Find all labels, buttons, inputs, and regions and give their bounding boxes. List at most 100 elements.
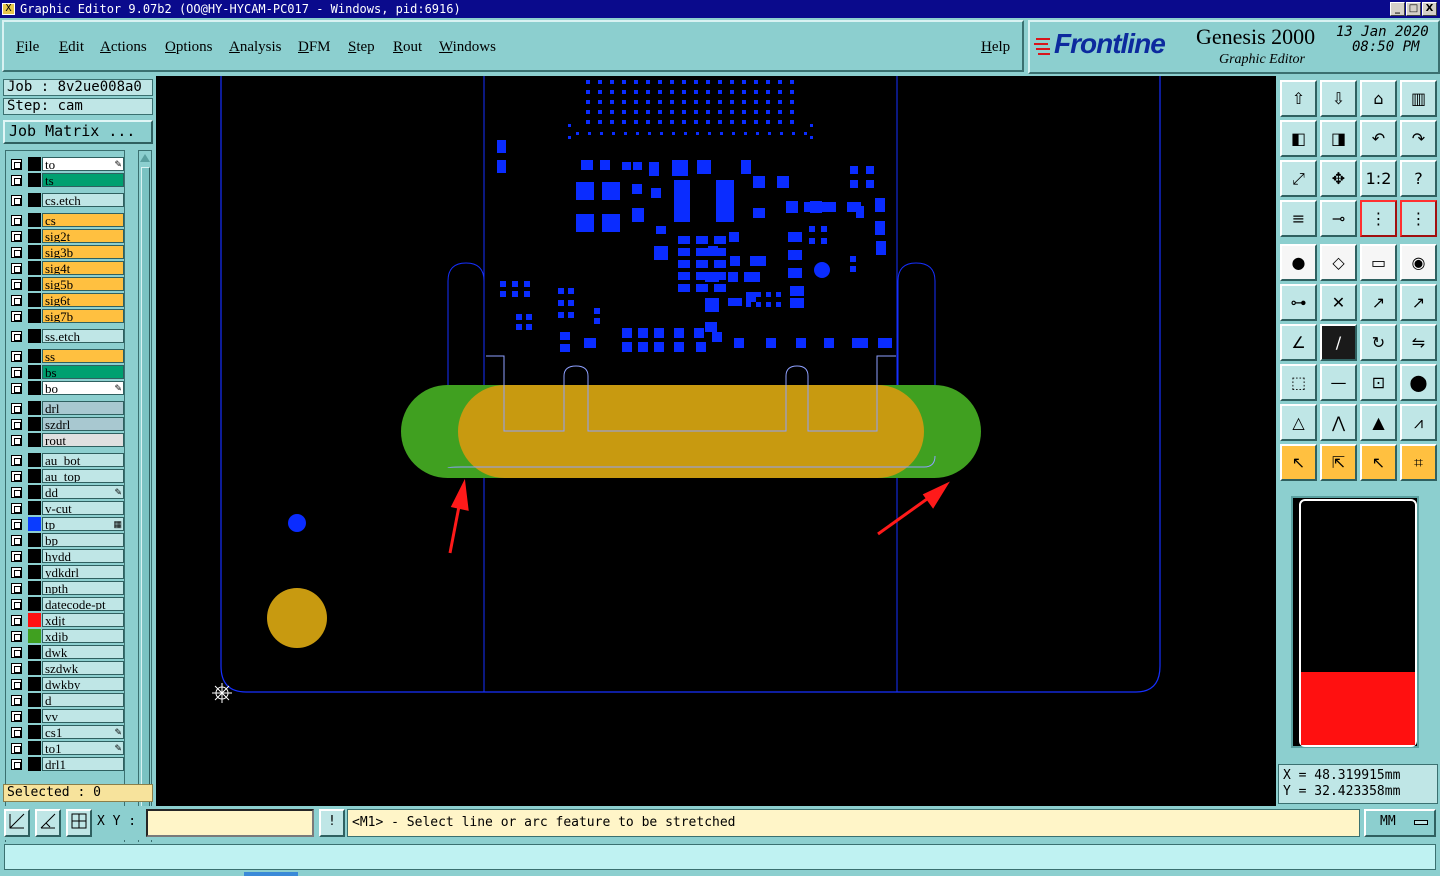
snap-button[interactable]: ⊸ — [1320, 200, 1357, 237]
layer-color-swatch[interactable] — [28, 693, 41, 707]
units-select[interactable]: MM — [1364, 809, 1436, 837]
scroll-up-icon[interactable] — [139, 152, 151, 164]
layer-name[interactable]: xdjt — [42, 613, 124, 627]
maximize-button[interactable]: □ — [1406, 2, 1421, 16]
layer-name[interactable]: datecode-pt — [42, 597, 124, 611]
layer-checkbox[interactable] — [11, 599, 22, 610]
layer-checkbox[interactable] — [11, 695, 22, 706]
layer-name[interactable]: bp — [42, 533, 124, 547]
layer-name[interactable]: rout — [42, 433, 124, 447]
layer-checkbox[interactable] — [11, 159, 22, 170]
stretch-tool-button[interactable] — [4, 809, 30, 837]
slash-button[interactable]: / — [1320, 324, 1357, 361]
layer-row-d[interactable]: d — [8, 693, 125, 707]
layer-checkbox[interactable] — [11, 647, 22, 658]
layer-color-swatch[interactable] — [28, 261, 41, 275]
layer-color-swatch[interactable] — [28, 293, 41, 307]
layer-checkbox[interactable] — [11, 567, 22, 578]
layer-row-bs[interactable]: bs — [8, 365, 125, 379]
layer-checkbox[interactable] — [11, 351, 22, 362]
scroll-thumb[interactable] — [141, 167, 150, 835]
layer-checkbox[interactable] — [11, 503, 22, 514]
layer-name[interactable]: cs1 — [42, 725, 124, 739]
layer-name[interactable]: xdjb — [42, 629, 124, 643]
layer-row-v-cut[interactable]: v-cut — [8, 501, 125, 515]
layer-color-swatch[interactable] — [28, 485, 41, 499]
pan-left-button[interactable]: ◧ — [1280, 120, 1317, 157]
layer-checkbox[interactable] — [11, 711, 22, 722]
select-edit-button[interactable]: ↖ — [1360, 444, 1397, 481]
layer-name[interactable]: sig7b — [42, 309, 124, 323]
board-drawing[interactable] — [156, 76, 1276, 806]
layer-color-swatch[interactable] — [28, 629, 41, 643]
add-line-button[interactable]: ◇ — [1320, 244, 1357, 281]
line-button[interactable]: — — [1320, 364, 1357, 401]
layer-row-szdrl[interactable]: szdrl — [8, 417, 125, 431]
layer-checkbox[interactable] — [11, 455, 22, 466]
layer-name[interactable]: vv — [42, 709, 124, 723]
layer-checkbox[interactable] — [11, 435, 22, 446]
layer-color-swatch[interactable] — [28, 741, 41, 755]
select-box-button[interactable]: ⇱ — [1320, 444, 1357, 481]
layer-checkbox[interactable] — [11, 743, 22, 754]
zoom-fit-button[interactable]: ⤢ — [1280, 160, 1317, 197]
layer-row-au_bot[interactable]: au_bot — [8, 453, 125, 467]
layer-name[interactable]: hydd — [42, 549, 124, 563]
graphic-canvas[interactable] — [156, 76, 1276, 806]
zoom-window-button[interactable]: ⇩ — [1320, 80, 1357, 117]
ruler-button[interactable]: ▭ — [1360, 244, 1397, 281]
layer-row-npth[interactable]: npth — [8, 581, 125, 595]
rotate-button[interactable]: ↻ — [1360, 324, 1397, 361]
home-button[interactable]: ⌂ — [1360, 80, 1397, 117]
job-matrix-button[interactable]: Job Matrix ... — [3, 120, 153, 144]
layer-name[interactable]: tp — [42, 517, 124, 531]
select-net-button[interactable]: ⌗ — [1400, 444, 1437, 481]
arc-button[interactable]: ⋀ — [1320, 404, 1357, 441]
layer-color-swatch[interactable] — [28, 725, 41, 739]
layer-checkbox[interactable] — [11, 631, 22, 642]
layer-color-swatch[interactable] — [28, 365, 41, 379]
layers-compare-button[interactable]: ⋮ — [1400, 200, 1437, 237]
layer-row-vv[interactable]: vv — [8, 709, 125, 723]
layer-row-sig3b[interactable]: sig3b — [8, 245, 125, 259]
layer-row-cs.etch[interactable]: cs.etch — [8, 193, 125, 207]
triangle-button[interactable]: ▲ — [1360, 404, 1397, 441]
pan-button[interactable]: ▥ — [1400, 80, 1437, 117]
layer-checkbox[interactable] — [11, 551, 22, 562]
layer-checkbox[interactable] — [11, 215, 22, 226]
circle-button[interactable]: ◉ — [1400, 244, 1437, 281]
layer-color-swatch[interactable] — [28, 517, 41, 531]
layer-checkbox[interactable] — [11, 727, 22, 738]
layer-row-dd[interactable]: dd ✎ — [8, 485, 125, 499]
layer-row-xdjt[interactable]: xdjt — [8, 613, 125, 627]
layer-checkbox[interactable] — [11, 295, 22, 306]
layer-name[interactable]: sig3b — [42, 245, 124, 259]
layer-name[interactable]: drl — [42, 401, 124, 415]
layer-checkbox[interactable] — [11, 419, 22, 430]
layer-color-swatch[interactable] — [28, 709, 41, 723]
layer-row-cs[interactable]: cs — [8, 213, 125, 227]
menu-rout[interactable]: Rout — [393, 39, 422, 56]
add-pad-button[interactable]: ● — [1280, 244, 1317, 281]
measure-button[interactable]: ≡ — [1280, 200, 1317, 237]
one-to-one-button[interactable]: 1:2 — [1360, 160, 1397, 197]
cross-button[interactable]: ✕ — [1320, 284, 1357, 321]
layer-color-swatch[interactable] — [28, 565, 41, 579]
delta-button[interactable]: △ — [1280, 404, 1317, 441]
layer-name[interactable]: sig5b — [42, 277, 124, 291]
menu-help[interactable]: Help — [981, 39, 1010, 56]
layer-color-swatch[interactable] — [28, 193, 41, 207]
grid-tool-button[interactable] — [66, 809, 92, 837]
minimize-button[interactable]: _ — [1390, 2, 1405, 16]
layer-checkbox[interactable] — [11, 535, 22, 546]
layer-color-swatch[interactable] — [28, 677, 41, 691]
snap-tool-button[interactable] — [35, 809, 61, 837]
layer-color-swatch[interactable] — [28, 581, 41, 595]
layer-checkbox[interactable] — [11, 471, 22, 482]
layer-row-ts[interactable]: ts — [8, 173, 125, 187]
layer-color-swatch[interactable] — [28, 277, 41, 291]
layer-name[interactable]: d — [42, 693, 124, 707]
layer-checkbox[interactable] — [11, 231, 22, 242]
layer-name[interactable]: drl1 — [42, 757, 124, 771]
layer-row-xdjb[interactable]: xdjb — [8, 629, 125, 643]
